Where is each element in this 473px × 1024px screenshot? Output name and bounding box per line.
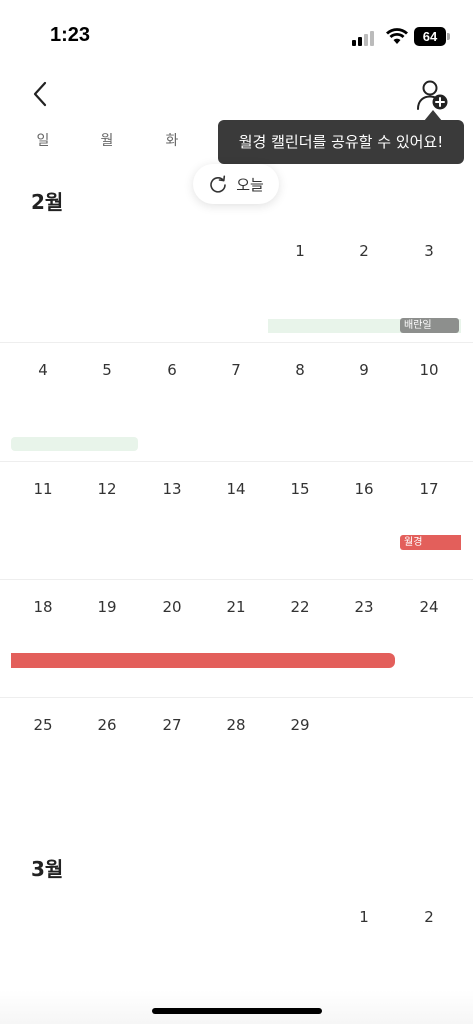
today-button[interactable]: 오늘: [193, 164, 279, 204]
day-cell[interactable]: 16: [332, 480, 396, 498]
weekday-mon: 월: [100, 133, 114, 149]
week-divider: [0, 342, 473, 343]
day-cell[interactable]: 20: [140, 598, 204, 616]
day-cell[interactable]: 28: [204, 716, 268, 734]
month-title-feb: 2월: [31, 190, 64, 214]
week-divider: [0, 461, 473, 462]
day-cell[interactable]: 24: [397, 598, 461, 616]
day-cell[interactable]: 5: [75, 361, 139, 379]
battery-level: 64: [414, 27, 446, 46]
day-cell[interactable]: 25: [11, 716, 75, 734]
weekday-sun: 일: [36, 133, 50, 149]
day-cell[interactable]: 19: [75, 598, 139, 616]
period-bar: [11, 653, 395, 668]
day-cell[interactable]: 11: [11, 480, 75, 498]
day-cell[interactable]: 14: [204, 480, 268, 498]
back-button[interactable]: [24, 76, 60, 112]
cellular-signal-icon: [352, 30, 378, 46]
day-cell[interactable]: 7: [204, 361, 268, 379]
day-cell[interactable]: 27: [140, 716, 204, 734]
day-cell[interactable]: 22: [268, 598, 332, 616]
day-cell[interactable]: 1: [332, 908, 396, 926]
day-cell[interactable]: 4: [11, 361, 75, 379]
day-cell[interactable]: 2: [332, 242, 396, 260]
day-cell[interactable]: 21: [204, 598, 268, 616]
day-cell[interactable]: 2: [397, 908, 461, 926]
wifi-icon: [386, 28, 408, 44]
day-cell[interactable]: 23: [332, 598, 396, 616]
week-divider: [0, 579, 473, 580]
person-add-icon: [417, 80, 448, 110]
weekday-tue: 화: [165, 133, 179, 149]
day-cell[interactable]: 17: [397, 480, 461, 498]
day-cell[interactable]: 6: [140, 361, 204, 379]
day-cell[interactable]: 12: [75, 480, 139, 498]
day-cell[interactable]: 18: [11, 598, 75, 616]
battery-icon: 64: [414, 27, 450, 46]
share-tooltip: 월경 캘린더를 공유할 수 있어요!: [218, 120, 464, 164]
day-cell[interactable]: 3: [397, 242, 461, 260]
ovulation-label: 배란일: [400, 318, 459, 333]
status-time: 1:23: [50, 24, 91, 46]
day-cell[interactable]: 10: [397, 361, 461, 379]
day-cell[interactable]: 15: [268, 480, 332, 498]
day-cell[interactable]: 1: [268, 242, 332, 260]
fertile-window-bar: [11, 437, 138, 451]
day-cell[interactable]: 9: [332, 361, 396, 379]
week-divider: [0, 697, 473, 698]
day-cell[interactable]: 26: [75, 716, 139, 734]
day-cell[interactable]: 8: [268, 361, 332, 379]
chevron-left-icon: [33, 81, 47, 107]
bottom-shade: [0, 990, 473, 1024]
today-button-label: 오늘: [236, 175, 264, 194]
month-title-mar: 3월: [31, 857, 64, 881]
refresh-icon: [210, 175, 226, 193]
day-cell[interactable]: 13: [140, 480, 204, 498]
period-label: 월경: [400, 535, 461, 550]
status-bar: 1:23 64: [0, 0, 473, 70]
day-cell[interactable]: 29: [268, 716, 332, 734]
share-calendar-button[interactable]: [412, 78, 452, 112]
home-indicator[interactable]: [152, 1008, 322, 1014]
